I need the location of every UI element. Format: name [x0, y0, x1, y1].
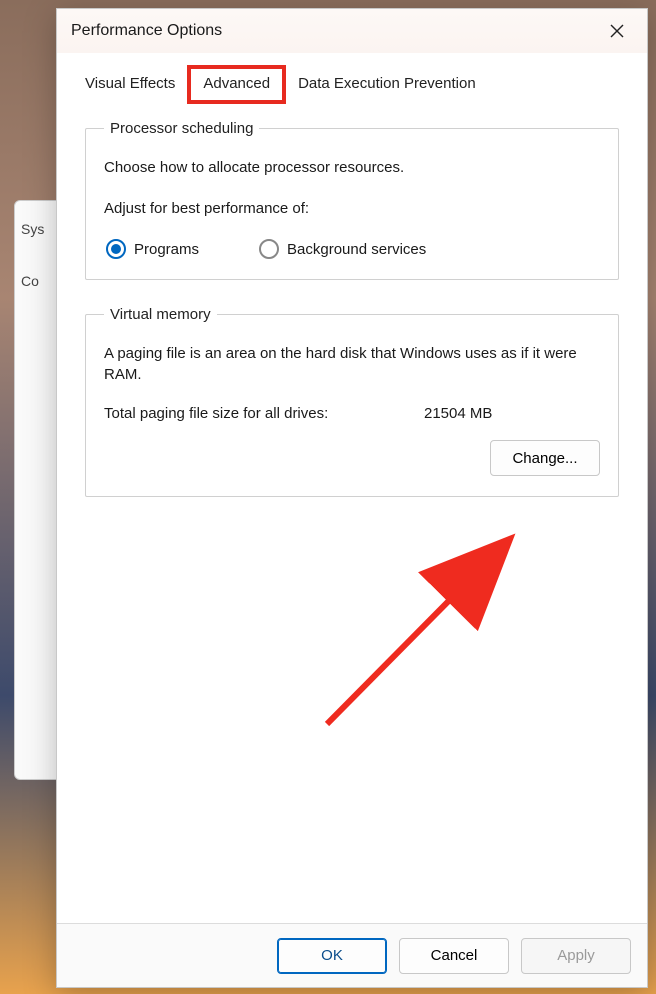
radio-background-services[interactable]: Background services — [259, 239, 426, 259]
tab-strip: Visual Effects Advanced Data Execution P… — [57, 53, 647, 102]
radio-label: Programs — [134, 241, 199, 258]
tab-content-advanced: Processor scheduling Choose how to alloc… — [57, 102, 647, 923]
processor-scheduling-group: Processor scheduling Choose how to alloc… — [85, 120, 619, 280]
group-legend: Processor scheduling — [104, 120, 259, 137]
virtual-memory-group: Virtual memory A paging file is an area … — [85, 306, 619, 497]
tab-advanced[interactable]: Advanced — [189, 67, 284, 102]
title-bar: Performance Options — [57, 9, 647, 53]
dialog-title: Performance Options — [71, 22, 222, 40]
close-icon — [610, 24, 624, 38]
apply-button[interactable]: Apply — [521, 938, 631, 974]
adjust-label: Adjust for best performance of: — [104, 198, 600, 219]
radio-icon — [106, 239, 126, 259]
radio-label: Background services — [287, 241, 426, 258]
ok-button[interactable]: OK — [277, 938, 387, 974]
tab-data-execution-prevention[interactable]: Data Execution Prevention — [284, 67, 490, 102]
processor-desc: Choose how to allocate processor resourc… — [104, 157, 600, 178]
annotation-arrow-icon — [307, 524, 537, 734]
cancel-button[interactable]: Cancel — [399, 938, 509, 974]
virtualmem-desc: A paging file is an area on the hard dis… — [104, 343, 600, 385]
close-button[interactable] — [599, 13, 635, 49]
tab-visual-effects[interactable]: Visual Effects — [71, 67, 189, 102]
paging-size-row: Total paging file size for all drives: 2… — [104, 405, 600, 422]
paging-size-value: 21504 MB — [424, 405, 492, 422]
change-button[interactable]: Change... — [490, 440, 600, 476]
paging-size-label: Total paging file size for all drives: — [104, 405, 424, 422]
group-legend: Virtual memory — [104, 306, 217, 323]
processor-radio-group: Programs Background services — [104, 239, 600, 259]
radio-icon — [259, 239, 279, 259]
dialog-footer: OK Cancel Apply — [57, 923, 647, 987]
performance-options-dialog: Performance Options Visual Effects Advan… — [56, 8, 648, 988]
radio-programs[interactable]: Programs — [106, 239, 199, 259]
